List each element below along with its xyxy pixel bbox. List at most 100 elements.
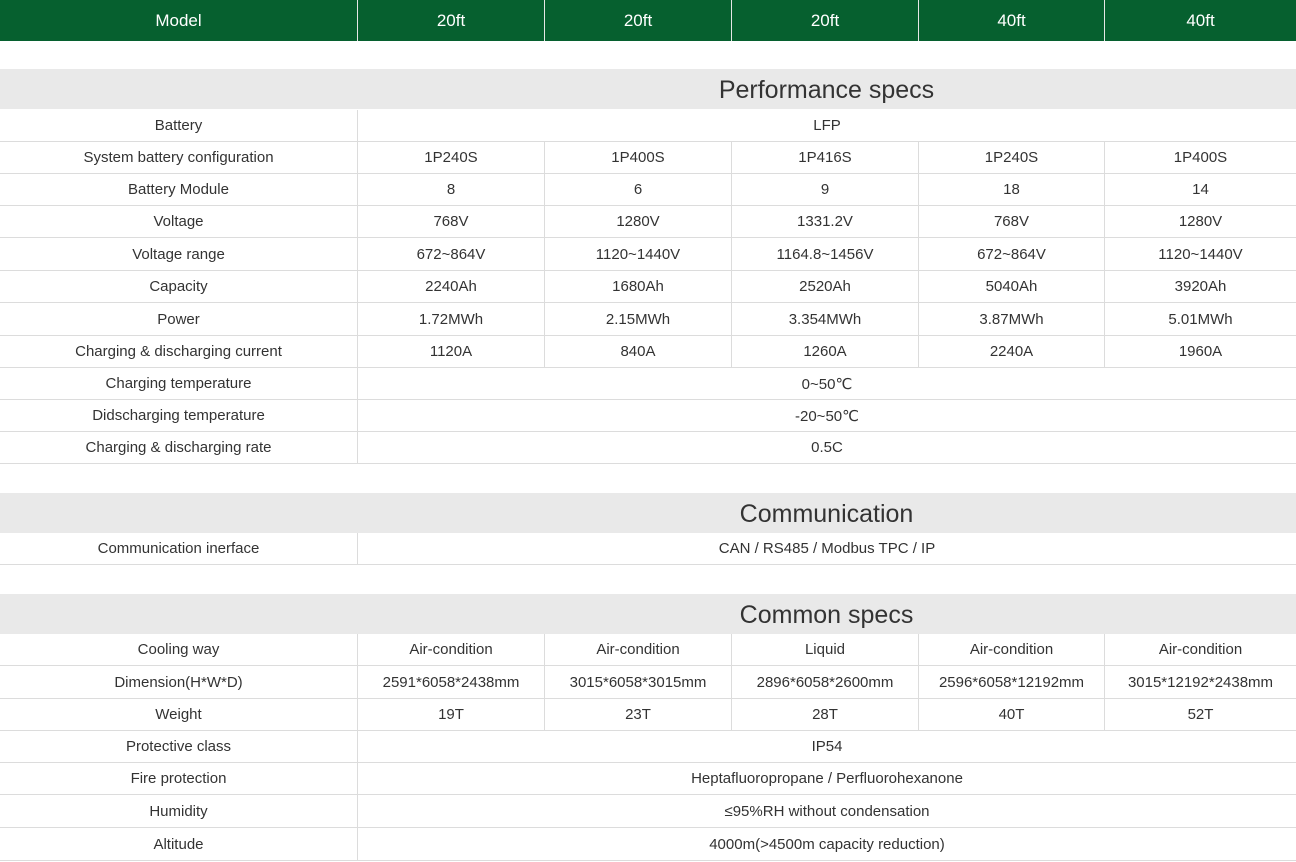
row-label: Charging & discharging current bbox=[0, 336, 358, 367]
value-cell: 1280V bbox=[1178, 213, 1223, 230]
value-cell: 6 bbox=[545, 174, 732, 205]
table-row: Charging & discharging rate 0.5C bbox=[0, 432, 1296, 464]
header-col-1: 20ft bbox=[358, 0, 545, 41]
merged-value-cell: IP54 bbox=[811, 738, 843, 755]
row-label: Charging temperature bbox=[0, 368, 358, 399]
row-label: Voltage range bbox=[0, 238, 358, 270]
value-cell: 3920Ah bbox=[1174, 278, 1227, 295]
value-cell: 768V bbox=[358, 206, 545, 237]
value-cell: 5040Ah bbox=[919, 271, 1105, 302]
table-row: System battery configuration 1P240S 1P400S… bbox=[0, 142, 1296, 174]
table-row: Charging & discharging current 1120A 840A 1… bbox=[0, 336, 1296, 368]
value-cell: 52T bbox=[1187, 706, 1214, 723]
value-cell: 8 bbox=[358, 174, 545, 205]
table-row: Altitude 4000m(>4500m capacity reduction) bbox=[0, 828, 1296, 861]
value-cell: 1120A bbox=[358, 336, 545, 367]
table-row: Battery LFP bbox=[0, 110, 1296, 142]
table-row: Communication inerface CAN / RS485 / Modb… bbox=[0, 533, 1296, 565]
row-label: Didscharging temperature bbox=[0, 400, 358, 431]
value-cell: 2596*6058*12192mm bbox=[919, 666, 1105, 698]
value-cell: Air-condition bbox=[1158, 641, 1243, 658]
row-label: Humidity bbox=[0, 795, 358, 827]
merged-value-cell: 0~50℃ bbox=[801, 375, 853, 393]
row-label: Charging & discharging rate bbox=[0, 432, 358, 463]
table-row: Fire protection Heptafluoropropane / Perf… bbox=[0, 763, 1296, 795]
value-cell: 2520Ah bbox=[732, 271, 919, 302]
row-label: Communication inerface bbox=[0, 533, 358, 564]
row-label: Fire protection bbox=[0, 763, 358, 794]
table-row: Battery Module 8 6 9 18 14 bbox=[0, 174, 1296, 206]
value-cell: 9 bbox=[732, 174, 919, 205]
table-header: Model 20ft 20ft 20ft 40ft 40ft bbox=[0, 0, 1296, 41]
row-label: System battery configuration bbox=[0, 142, 358, 173]
merged-value-cell: Heptafluoropropane / Perfluorohexanone bbox=[691, 770, 963, 787]
value-cell: 14 bbox=[1192, 181, 1209, 198]
row-label: Weight bbox=[0, 699, 358, 730]
value-cell: 23T bbox=[545, 699, 732, 730]
value-cell: Air-condition bbox=[919, 634, 1105, 665]
section-title: Performance specs bbox=[718, 76, 935, 104]
value-cell: 2896*6058*2600mm bbox=[732, 666, 919, 698]
value-cell: 2240A bbox=[919, 336, 1105, 367]
merged-value-cell: CAN / RS485 / Modbus TPC / IP bbox=[718, 540, 936, 557]
value-cell: 5.01MWh bbox=[1168, 310, 1233, 328]
value-cell: 2.15MWh bbox=[545, 303, 732, 335]
value-cell: Air-condition bbox=[358, 634, 545, 665]
row-label: Battery Module bbox=[0, 174, 358, 205]
header-col-2: 20ft bbox=[545, 0, 732, 41]
header-col-3: 20ft bbox=[732, 0, 919, 41]
value-cell: 2240Ah bbox=[358, 271, 545, 302]
value-cell: 1331.2V bbox=[732, 206, 919, 237]
header-col-4: 40ft bbox=[919, 0, 1105, 41]
table-row: Voltage range 672~864V 1120~1440V 1164.8~14… bbox=[0, 238, 1296, 271]
value-cell: 1P400S bbox=[545, 142, 732, 173]
row-label: Dimension(H*W*D) bbox=[0, 666, 358, 698]
value-cell: Liquid bbox=[732, 634, 919, 665]
value-cell: 1960A bbox=[1178, 343, 1223, 360]
value-cell: 2591*6058*2438mm bbox=[358, 666, 545, 698]
table-row: Humidity ≤95%RH without condensation bbox=[0, 795, 1296, 828]
table-row: Weight 19T 23T 28T 40T 52T bbox=[0, 699, 1296, 731]
value-cell: 1.72MWh bbox=[358, 303, 545, 335]
value-cell: 18 bbox=[919, 174, 1105, 205]
value-cell: 1120~1440V bbox=[1158, 245, 1243, 263]
row-label: Battery bbox=[0, 110, 358, 141]
value-cell: 19T bbox=[358, 699, 545, 730]
section-header-communication: Communication bbox=[0, 493, 1296, 533]
section-title: Communication bbox=[739, 500, 914, 528]
merged-value-cell: -20~50℃ bbox=[795, 407, 859, 425]
value-cell: 1P400S bbox=[1173, 149, 1228, 166]
row-label: Protective class bbox=[0, 731, 358, 762]
row-label: Voltage bbox=[0, 206, 358, 237]
value-cell: 3015*6058*3015mm bbox=[545, 666, 732, 698]
value-cell: 3.354MWh bbox=[732, 303, 919, 335]
value-cell: Air-condition bbox=[545, 634, 732, 665]
table-row: Didscharging temperature -20~50℃ bbox=[0, 400, 1296, 432]
table-row: Voltage 768V 1280V 1331.2V 768V 1280V bbox=[0, 206, 1296, 238]
value-cell: 1P416S bbox=[732, 142, 919, 173]
value-cell: 3015*12192*2438mm bbox=[1127, 673, 1274, 691]
header-model: Model bbox=[0, 0, 358, 41]
value-cell: 1P240S bbox=[919, 142, 1105, 173]
value-cell: 1120~1440V bbox=[545, 238, 732, 270]
merged-value-cell: 0.5C bbox=[811, 439, 843, 456]
table-row: Capacity 2240Ah 1680Ah 2520Ah 5040Ah 3920Ah bbox=[0, 271, 1296, 303]
value-cell: 3.87MWh bbox=[919, 303, 1105, 335]
value-cell: 1280V bbox=[545, 206, 732, 237]
table-row: Cooling way Air-condition Air-condition Liq… bbox=[0, 634, 1296, 666]
row-label: Power bbox=[0, 303, 358, 335]
spec-table-page: Model 20ft 20ft 20ft 40ft 40ft Performan… bbox=[0, 0, 1296, 862]
value-cell: 672~864V bbox=[358, 238, 545, 270]
merged-value-cell: 4000m(>4500m capacity reduction) bbox=[709, 835, 945, 853]
value-cell: 28T bbox=[732, 699, 919, 730]
table-row: Charging temperature 0~50℃ bbox=[0, 368, 1296, 400]
table-row: Protective class IP54 bbox=[0, 731, 1296, 763]
section-header-common: Common specs bbox=[0, 594, 1296, 634]
section-title: Common specs bbox=[739, 601, 914, 629]
row-label: Cooling way bbox=[0, 634, 358, 665]
merged-value-cell: ≤95%RH without condensation bbox=[724, 802, 930, 820]
table-row: Power 1.72MWh 2.15MWh 3.354MWh 3.87MWh 5.01MW… bbox=[0, 303, 1296, 336]
header-col-5: 40ft bbox=[1186, 10, 1215, 30]
section-header-performance: Performance specs bbox=[0, 69, 1296, 109]
value-cell: 1P240S bbox=[358, 142, 545, 173]
